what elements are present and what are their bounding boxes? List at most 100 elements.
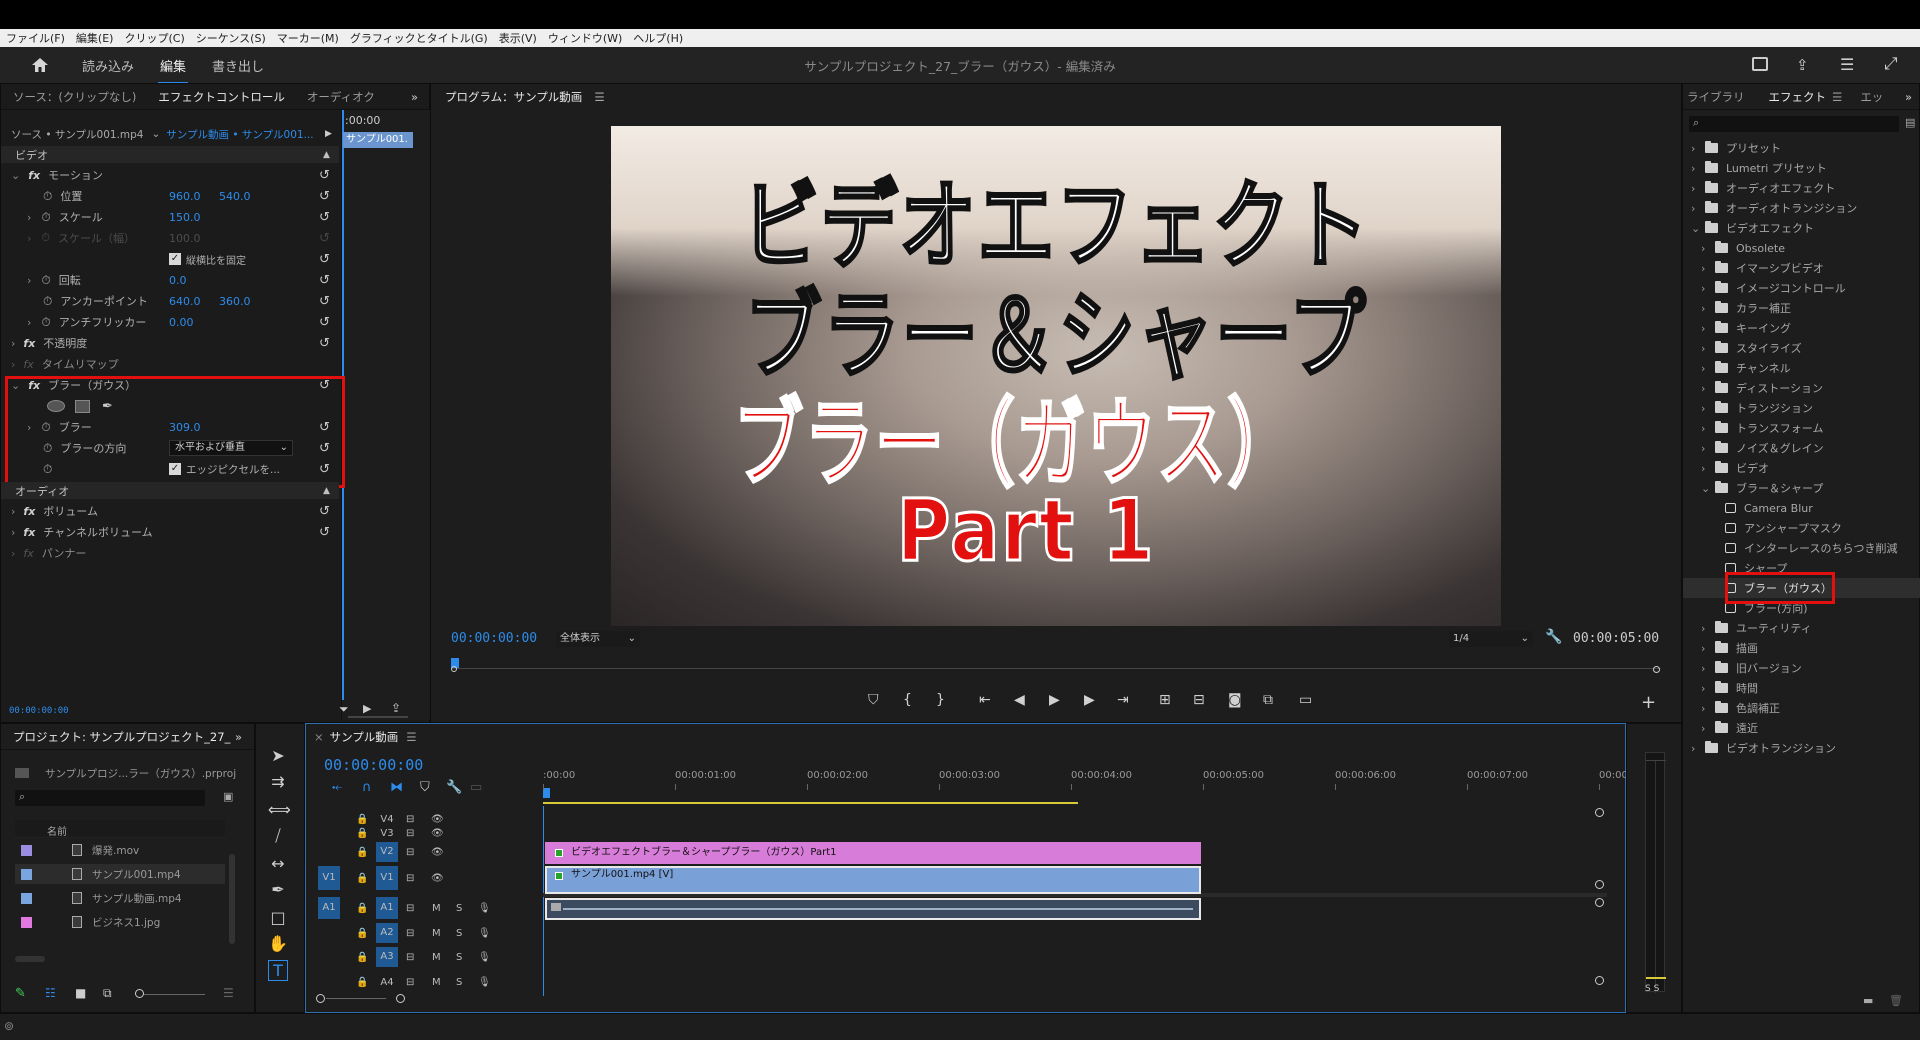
menu-edit[interactable]: 編集(E) bbox=[76, 30, 114, 46]
effects-search-input[interactable]: ⌕ bbox=[1689, 116, 1899, 132]
rotation-value[interactable]: 0.0 bbox=[169, 274, 187, 287]
menu-sequence[interactable]: シーケンス(S) bbox=[196, 30, 266, 46]
eye-icon[interactable]: 👁 bbox=[431, 828, 444, 839]
razor-tool-icon[interactable]: ⧸ bbox=[268, 826, 288, 846]
panel-menu-icon[interactable]: ☰ bbox=[594, 90, 604, 104]
lock-icon[interactable]: 🔒 bbox=[356, 977, 368, 988]
mic-icon[interactable]: 🎙 bbox=[478, 903, 491, 914]
project-hscrollbar[interactable] bbox=[15, 956, 45, 962]
tab-essential[interactable]: エッ bbox=[1860, 89, 1883, 105]
chevron-right-icon[interactable]: › bbox=[1701, 322, 1715, 335]
chevron-down-icon[interactable]: ⌄ bbox=[1691, 222, 1705, 235]
label-color-swatch[interactable] bbox=[21, 916, 32, 928]
chevron-right-icon[interactable]: › bbox=[1691, 182, 1705, 195]
track-a3[interactable]: 🔒 A3 ⊟ M S 🎙 bbox=[306, 946, 536, 968]
track-v2[interactable]: 🔒 V2 ⊟ 👁 bbox=[306, 842, 536, 862]
uniform-scale-checkbox[interactable]: ✓ bbox=[169, 253, 181, 265]
panner-row[interactable]: › fx パンナー bbox=[1, 543, 331, 563]
chevron-right-icon[interactable]: › bbox=[1691, 162, 1705, 175]
reset-icon[interactable]: ↺ bbox=[319, 336, 330, 351]
column-name[interactable]: 名前 bbox=[47, 823, 67, 838]
lock-icon[interactable]: 🔒 bbox=[356, 828, 368, 839]
add-marker-icon[interactable]: ⛉ bbox=[868, 692, 879, 708]
effects-tree-item[interactable]: Camera Blur bbox=[1711, 498, 1919, 518]
nest-icon[interactable]: ⤝ bbox=[332, 780, 342, 795]
effects-tree-item[interactable]: › ディストーション bbox=[1701, 378, 1919, 398]
sync-lock-icon[interactable]: ⊟ bbox=[406, 928, 414, 939]
panel-overflow-icon[interactable]: » bbox=[1905, 90, 1912, 104]
workspaces-menu-icon[interactable]: ☰ bbox=[1840, 55, 1854, 74]
workspace-edit[interactable]: 編集 bbox=[158, 56, 189, 84]
mute-button[interactable]: M bbox=[432, 952, 441, 963]
pencil-icon[interactable]: ✎ bbox=[15, 986, 26, 1001]
position-y-value[interactable]: 540.0 bbox=[219, 190, 251, 203]
stopwatch-icon[interactable]: ⏱ bbox=[43, 189, 52, 204]
track-a1[interactable]: A1 🔒 A1 ⊟ M S 🎙 bbox=[306, 896, 536, 920]
chevron-right-icon[interactable]: › bbox=[1701, 262, 1715, 275]
effects-tree-item[interactable]: › 遠近 bbox=[1701, 718, 1919, 738]
sync-lock-icon[interactable]: ⊟ bbox=[406, 828, 414, 839]
effects-tree-item[interactable]: › スタイライズ bbox=[1701, 338, 1919, 358]
ec-zoom-slider[interactable] bbox=[348, 716, 408, 718]
effects-tree-item[interactable]: › Obsolete bbox=[1701, 238, 1919, 258]
reset-icon[interactable]: ↺ bbox=[319, 504, 330, 519]
chevron-right-icon[interactable]: › bbox=[1701, 402, 1715, 415]
mic-icon[interactable]: 🎙 bbox=[478, 977, 491, 988]
lift-icon[interactable]: ⊞ bbox=[1159, 692, 1171, 708]
effects-tree-item[interactable]: アンシャープマスク bbox=[1711, 518, 1919, 538]
chevron-right-icon[interactable]: › bbox=[1701, 302, 1715, 315]
play-icon[interactable]: ▶ bbox=[1049, 692, 1060, 708]
fit-select[interactable]: 全体表示 ⌄ bbox=[556, 631, 640, 647]
chevron-down-icon[interactable]: ⌄ bbox=[1701, 482, 1715, 495]
effects-tree-item[interactable]: › Lumetri プリセット bbox=[1691, 158, 1919, 178]
eye-icon[interactable]: 👁 bbox=[431, 814, 444, 825]
chevron-right-icon[interactable]: › bbox=[1691, 742, 1705, 755]
zoom-handle-top[interactable] bbox=[1595, 808, 1604, 817]
position-x-value[interactable]: 960.0 bbox=[169, 190, 201, 203]
play-audio-icon[interactable]: ▶ bbox=[363, 702, 371, 715]
project-search-input[interactable]: ⌕ bbox=[15, 790, 205, 806]
workspace-import[interactable]: 読み込み bbox=[80, 56, 136, 75]
lock-icon[interactable]: 🔒 bbox=[356, 847, 368, 858]
chevron-right-icon[interactable]: › bbox=[1701, 702, 1715, 715]
chevron-right-icon[interactable]: › bbox=[1701, 642, 1715, 655]
volume-row[interactable]: › fx ボリューム ↺ bbox=[1, 501, 331, 521]
panel-menu-icon[interactable]: ☰ bbox=[406, 730, 416, 744]
add-marker-icon[interactable]: ⛉ bbox=[420, 780, 430, 795]
slip-tool-icon[interactable]: ↔ bbox=[268, 854, 288, 873]
sync-lock-icon[interactable]: ⊟ bbox=[406, 847, 414, 858]
solo-button[interactable]: S bbox=[456, 903, 462, 914]
sync-lock-icon[interactable]: ⊟ bbox=[406, 814, 414, 825]
panel-menu-icon[interactable]: ☰ bbox=[1832, 90, 1842, 104]
clip-video[interactable]: サンプル001.mp4 [V] bbox=[545, 866, 1201, 894]
eye-icon[interactable]: 👁 bbox=[431, 847, 444, 858]
tab-effect-controls[interactable]: エフェクトコントロール bbox=[158, 89, 285, 105]
effects-tree-item[interactable]: › 色調補正 bbox=[1701, 698, 1919, 718]
ec-clip-bar[interactable]: サンプル001. bbox=[343, 132, 413, 148]
home-icon[interactable] bbox=[30, 56, 50, 74]
track-a4[interactable]: 🔒 A4 ⊟ M S 🎙 bbox=[306, 972, 536, 992]
chevron-right-icon[interactable]: › bbox=[1701, 462, 1715, 475]
delete-icon[interactable]: 🗑 bbox=[1889, 994, 1903, 1007]
chevron-right-icon[interactable]: › bbox=[1701, 662, 1715, 675]
mute-button[interactable]: M bbox=[432, 903, 441, 914]
pen-tool-icon[interactable]: ✒ bbox=[268, 880, 288, 899]
effects-tree-item[interactable]: › カラー補正 bbox=[1701, 298, 1919, 318]
chevron-right-icon[interactable]: › bbox=[1701, 342, 1715, 355]
lock-icon[interactable]: 🔒 bbox=[356, 903, 368, 914]
menu-graphics[interactable]: グラフィックとタイトル(G) bbox=[350, 30, 488, 46]
mute-button[interactable]: M bbox=[432, 977, 441, 988]
stopwatch-icon[interactable]: ⏱ bbox=[41, 273, 50, 288]
chevron-down-icon[interactable]: ⌄ bbox=[151, 128, 160, 140]
chevron-right-icon[interactable]: › bbox=[1701, 362, 1715, 375]
chevron-right-icon[interactable]: › bbox=[1701, 682, 1715, 695]
mark-in-icon[interactable]: { bbox=[903, 692, 912, 708]
effects-tree-item[interactable]: › 旧バージョン bbox=[1701, 658, 1919, 678]
zoom-handle-audio[interactable] bbox=[1595, 898, 1604, 907]
play-only-icon[interactable]: ▶ bbox=[325, 129, 332, 139]
reset-icon[interactable]: ↺ bbox=[319, 189, 330, 204]
linked-selection-icon[interactable]: ⧓ bbox=[390, 780, 403, 795]
chevron-right-icon[interactable]: › bbox=[1701, 622, 1715, 635]
solo-button[interactable]: S bbox=[456, 928, 462, 939]
mark-out-icon[interactable]: } bbox=[936, 692, 945, 708]
